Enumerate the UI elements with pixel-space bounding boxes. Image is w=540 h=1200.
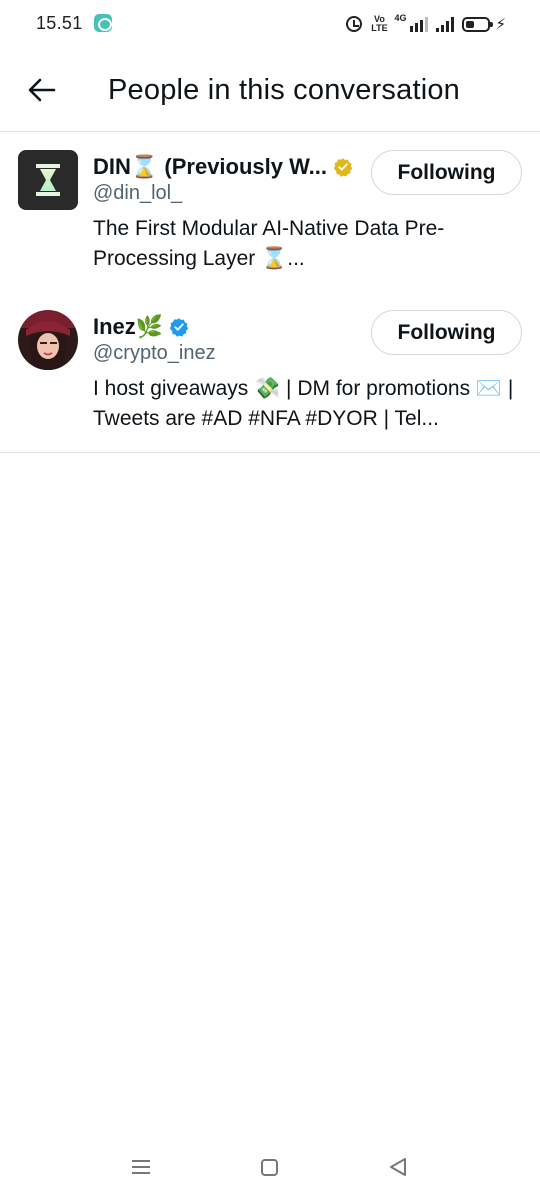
network-type-label: 4G	[394, 13, 407, 23]
user-handle: @crypto_inez	[93, 342, 216, 364]
charging-icon: ⚡	[495, 16, 506, 33]
status-bar: 15.51 Vo LTE 4G ⚡	[0, 0, 540, 48]
list-divider	[0, 452, 540, 453]
header: People in this conversation	[0, 56, 540, 130]
profile-photo-icon	[26, 321, 70, 370]
arrow-left-icon	[28, 78, 56, 102]
user-name-line[interactable]: Inez🌿	[93, 312, 189, 342]
user-name-line[interactable]: DIN⌛ (Previously W...	[93, 152, 353, 182]
screen: 15.51 Vo LTE 4G ⚡ People in this convers…	[0, 0, 540, 1200]
recent-apps-icon[interactable]	[126, 1156, 156, 1180]
alarm-icon	[346, 16, 363, 32]
following-button[interactable]: Following	[371, 310, 522, 355]
following-button[interactable]: Following	[371, 150, 522, 195]
avatar[interactable]	[18, 310, 78, 370]
user-bio: I host giveaways 💸 | DM for promotions ✉…	[93, 377, 514, 430]
battery-icon	[462, 16, 494, 32]
volte-icon: Vo LTE	[371, 14, 388, 33]
avatar[interactable]	[18, 150, 78, 210]
app-notification-icon	[94, 14, 112, 32]
status-icons: Vo LTE 4G ⚡	[346, 12, 506, 36]
user-name: DIN⌛ (Previously W...	[93, 154, 327, 179]
user-row-inez[interactable]: Inez🌿 @crypto_inez I host giveaways 💸 | …	[0, 310, 540, 440]
home-icon[interactable]	[261, 1159, 278, 1176]
blue-verified-badge-icon	[170, 318, 189, 337]
back-icon[interactable]	[387, 1156, 417, 1180]
system-nav-bar	[0, 1140, 540, 1200]
user-row-din[interactable]: DIN⌛ (Previously W... @din_lol_ The Firs…	[0, 150, 540, 290]
signal-icon-2	[436, 16, 455, 32]
user-bio: The First Modular AI-Native Data Pre-Pro…	[93, 217, 445, 270]
gold-verified-badge-icon	[333, 158, 353, 177]
page-title: People in this conversation	[108, 74, 460, 106]
signal-icon: 4G	[394, 13, 429, 32]
back-button[interactable]	[22, 70, 62, 110]
status-time: 15.51	[36, 13, 83, 33]
triangle-back-icon	[390, 1158, 406, 1176]
user-handle: @din_lol_	[93, 182, 183, 204]
hourglass-logo-icon	[36, 164, 60, 196]
user-name: Inez🌿	[93, 314, 164, 339]
header-divider	[0, 131, 540, 132]
